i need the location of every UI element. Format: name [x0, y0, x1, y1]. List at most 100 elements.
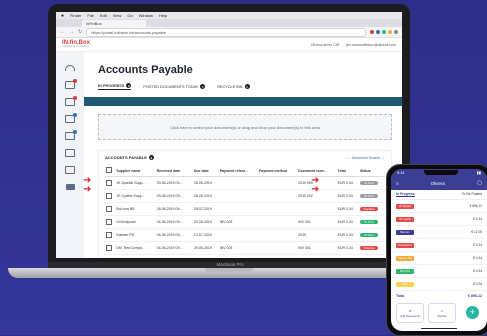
cell-docnum — [297, 202, 337, 216]
phone-add-fab-button[interactable]: + — [466, 306, 479, 319]
extension-icon[interactable] — [370, 30, 374, 34]
upload-icon: ⬆ — [408, 308, 412, 313]
extension-icon[interactable] — [394, 30, 398, 34]
table-row[interactable]: UniVodpoort 04-06-2019 09:... 20-06-2019 IN… — [105, 215, 385, 229]
phone-status-bar: 9:41 ▮▮ — [391, 169, 487, 176]
archive-button[interactable]: ▭ Archive — [428, 303, 456, 323]
checkbox[interactable] — [106, 167, 112, 173]
status-badge[interactable]: Overdue — [359, 245, 378, 251]
select-all-header[interactable] — [105, 165, 116, 177]
tab-in-progress[interactable]: IN PROGRESS 9 — [98, 83, 132, 90]
folder-icon: ▭ — [440, 308, 444, 313]
column-header[interactable]: Payment method — [257, 165, 298, 177]
list-item[interactable]: JK Sparkle € 896,12 — [391, 200, 487, 213]
sidebar-item-dashboard[interactable] — [65, 64, 75, 72]
user-icon[interactable]: ◯ — [477, 180, 482, 186]
cell-supplier: JK Cynthe Supp... — [115, 189, 156, 203]
cell-total: EUR 0,34 — [336, 189, 359, 203]
menu-finder[interactable]: Finder — [70, 13, 81, 18]
back-icon[interactable]: ← — [60, 29, 65, 35]
table-row[interactable]: Bol.com BE 26-06-2019 09:... 28-02-2019 EUR… — [105, 202, 385, 216]
checkbox[interactable] — [106, 231, 112, 238]
status-badge[interactable]: To Post — [359, 219, 378, 225]
url-bar[interactable]: https://portal.infinbox.be/accounts-paya… — [86, 27, 366, 37]
apple-icon[interactable]: ● — [61, 13, 64, 19]
table-row[interactable]: JK Cynthe Supp... 29-06-2019 09:... 28-06-… — [105, 189, 385, 203]
table-row[interactable]: Kaimen PH 04-06-2019 09:... 12-07-2019 2019… — [105, 228, 385, 242]
add-documents-button[interactable]: ⬆ Add Documents — [396, 303, 424, 323]
list-item[interactable]: JK Cynthe € 0,34 — [391, 213, 487, 226]
menu-edit[interactable]: Edit — [100, 13, 107, 18]
phone-list: JK Sparkle € 896,12 JK Cynthe € 0,34 Bol.com… — [391, 200, 487, 291]
row-select-cell[interactable] — [105, 215, 116, 229]
checkbox[interactable] — [106, 192, 112, 199]
menu-file[interactable]: File — [87, 13, 93, 18]
menu-help[interactable]: Help — [159, 13, 167, 18]
sidebar-item-receivable[interactable] — [65, 79, 77, 89]
column-header[interactable]: Total — [336, 165, 359, 177]
table-row[interactable]: JK Sparkle Supp... 29-06-2019 09:... 28-06… — [105, 176, 385, 190]
supplier-chip: JK Cynthe — [396, 216, 414, 222]
advanced-search-link[interactable]: ⌕ Advanced Search ⌄ — [348, 156, 385, 160]
supplier-chip: Bol.com — [396, 229, 414, 235]
tab-recycle-bin[interactable]: RECYCLE BIN 0 — [217, 83, 250, 90]
menu-window[interactable]: Window — [139, 13, 153, 18]
column-header[interactable]: Payment refere... — [218, 165, 258, 177]
cell-payref — [218, 202, 258, 216]
list-item[interactable]: Kaimen PH € 0,34 — [391, 252, 487, 265]
cell-docnum: INV 001 — [297, 241, 337, 255]
status-badge[interactable]: To Post — [359, 193, 378, 199]
status-badge[interactable]: Overdue — [359, 206, 378, 212]
menu-view[interactable]: View — [113, 13, 122, 18]
sidebar-item-bank[interactable] — [65, 113, 77, 123]
checkbox[interactable] — [106, 244, 112, 251]
user-menu[interactable]: jan.vanvoutfinbox@olivera.com — [346, 43, 396, 47]
sidebar-item-archive[interactable] — [65, 149, 75, 157]
row-select-cell[interactable] — [105, 189, 116, 203]
sidebar-item-folders[interactable] — [65, 183, 75, 191]
row-select-cell[interactable] — [105, 202, 116, 216]
sidebar-item-reports[interactable] — [65, 166, 75, 174]
column-header[interactable]: Due date — [192, 165, 219, 177]
row-select-cell[interactable] — [105, 228, 116, 242]
sidebar-item-payable[interactable] — [65, 96, 77, 106]
row-select-cell[interactable] — [105, 241, 116, 255]
app-logo[interactable]: IN.fin.Box Certified for e-invoicing — [62, 40, 90, 49]
forward-icon[interactable]: → — [69, 29, 74, 35]
amount: € 0,34 — [473, 217, 482, 221]
tab-posted-today[interactable]: POSTED DOCUMENTS TODAY 0 — [143, 83, 206, 90]
reload-icon[interactable]: ↻ — [78, 29, 82, 35]
extension-icon[interactable] — [382, 30, 386, 34]
list-item[interactable]: DKI Test € 0,34 — [391, 265, 487, 278]
table-row[interactable]: DKI Test Compa... 04-06-2019 09:... 29-06-… — [105, 241, 385, 255]
company-selector[interactable]: Olivera demo CAT — [311, 43, 340, 47]
phone-tab-in-progress[interactable]: In Progress — [396, 192, 415, 197]
extension-icon[interactable] — [388, 30, 392, 34]
cell-total: EUR 0,34 — [336, 215, 359, 229]
column-header[interactable]: Status — [358, 165, 385, 177]
phone-tab-to-be-posted[interactable]: To Be Posted — [462, 192, 482, 197]
menu-go[interactable]: Go — [127, 13, 132, 18]
column-header[interactable]: Received date — [155, 165, 193, 177]
list-item[interactable]: Other € 0,34 — [391, 278, 487, 291]
sidebar-item-other[interactable] — [65, 130, 77, 140]
cell-received: 04-06-2019 09:... — [155, 241, 193, 255]
list-item[interactable]: Bol.com € 12,00 — [391, 226, 487, 239]
checkbox[interactable] — [106, 179, 112, 186]
battery-icon: ▮▮ — [476, 170, 481, 175]
extension-icon[interactable] — [376, 30, 380, 34]
checkbox[interactable] — [106, 205, 112, 212]
laptop-base-notch — [205, 268, 253, 272]
archive-icon — [65, 149, 75, 157]
list-item[interactable]: UniVodpoort € 0,34 — [391, 239, 487, 252]
status-badge[interactable]: To Post — [359, 232, 378, 238]
status-badge[interactable]: To Post — [359, 180, 378, 186]
checkbox[interactable] — [106, 218, 112, 225]
row-select-cell[interactable] — [105, 176, 116, 190]
search-icon: ⌕ — [347, 155, 350, 160]
browser-tab[interactable]: inFinBox — [82, 20, 146, 27]
document-drop-zone[interactable]: Click here to select your document(s) or… — [98, 114, 392, 140]
cell-total: EUR 0,34 — [336, 241, 359, 255]
menu-icon[interactable]: ≡ — [396, 181, 399, 186]
column-header[interactable]: Supplier name — [115, 165, 156, 177]
